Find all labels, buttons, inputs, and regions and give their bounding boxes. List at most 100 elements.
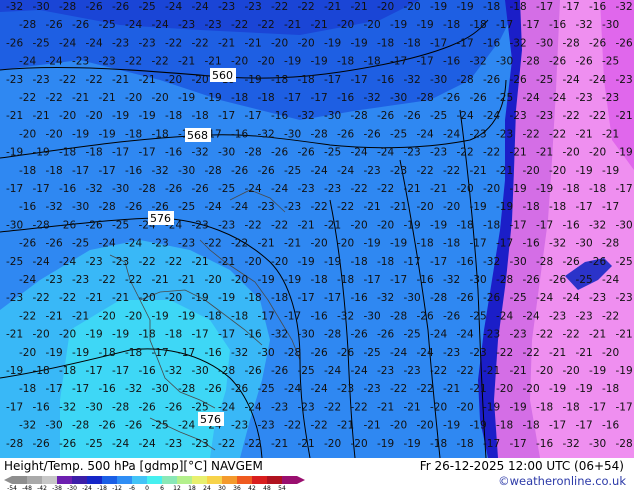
- temp-label: -26: [6, 37, 23, 49]
- temp-label: -22: [192, 37, 209, 49]
- temp-label: -30: [576, 238, 593, 250]
- temp-label: -28: [6, 438, 23, 450]
- temp-label: -21: [483, 365, 500, 377]
- temp-label: -23: [510, 110, 527, 122]
- temp-label: -18: [549, 201, 566, 213]
- temp-label: -18: [139, 329, 156, 341]
- temp-label: -22: [589, 110, 606, 122]
- temp-label: -19: [178, 310, 195, 322]
- temp-label: -25: [86, 438, 103, 450]
- temp-label: -21: [218, 256, 235, 268]
- temp-label: -25: [284, 165, 301, 177]
- temp-label: -23: [337, 383, 354, 395]
- temp-label: -30: [496, 56, 513, 68]
- colorbar-arrow-left: [4, 476, 12, 484]
- temp-label: -20: [351, 438, 368, 450]
- temp-label: -17: [324, 74, 341, 86]
- temp-label: -21: [298, 219, 315, 231]
- temp-label: -26: [417, 310, 434, 322]
- temp-label: -26: [231, 165, 248, 177]
- temp-label: -32: [377, 292, 394, 304]
- temp-label: -28: [602, 238, 619, 250]
- temp-label: -22: [337, 201, 354, 213]
- colorbar-tick-label: -6: [129, 485, 135, 490]
- credit-link[interactable]: ©weatheronline.co.uk: [498, 474, 626, 488]
- temp-label: -26: [258, 165, 275, 177]
- temp-label: -22: [125, 274, 142, 286]
- temp-label: -21: [549, 347, 566, 359]
- temp-label: -24: [523, 92, 540, 104]
- temp-label: -21: [324, 1, 341, 13]
- temp-label: -32: [19, 420, 36, 432]
- temp-label: -18: [125, 128, 142, 140]
- temp-label: -26: [311, 347, 328, 359]
- temp-label: -20: [271, 256, 288, 268]
- temp-label: -26: [483, 292, 500, 304]
- temp-label: -21: [218, 37, 235, 49]
- temp-label: -28: [112, 401, 129, 413]
- temp-label: -26: [364, 128, 381, 140]
- temp-label: -24: [125, 19, 142, 31]
- temp-label: -26: [19, 238, 36, 250]
- temp-label: -24: [377, 147, 394, 159]
- temp-label: -24: [205, 201, 222, 213]
- colorbar-tick-label: -38: [52, 485, 62, 490]
- temp-label: -23: [298, 401, 315, 413]
- temp-label: -19: [510, 401, 527, 413]
- temp-label: -22: [523, 347, 540, 359]
- temp-label: -26: [483, 74, 500, 86]
- temp-label: -30: [364, 310, 381, 322]
- temp-label: -17: [417, 56, 434, 68]
- temp-label: -24: [19, 274, 36, 286]
- colorbar-swatch: [147, 476, 162, 484]
- temp-label: -17: [139, 147, 156, 159]
- temp-label: -30: [616, 219, 633, 231]
- temp-label: -23: [602, 92, 619, 104]
- temp-label: -24: [337, 165, 354, 177]
- temp-label: -17: [616, 183, 633, 195]
- temp-label: -22: [59, 292, 76, 304]
- temp-label: -32: [563, 438, 580, 450]
- temp-label: -20: [46, 128, 63, 140]
- temp-label: -25: [139, 1, 156, 13]
- temp-label: -26: [231, 383, 248, 395]
- temp-label: -22: [351, 183, 368, 195]
- temp-label: -17: [549, 420, 566, 432]
- temp-label: -16: [165, 147, 182, 159]
- temp-label: -19: [6, 147, 23, 159]
- temp-label: -20: [563, 147, 580, 159]
- temp-label: -25: [33, 37, 50, 49]
- temp-label: -21: [99, 92, 116, 104]
- temp-label: -20: [549, 165, 566, 177]
- temp-label: -21: [404, 183, 421, 195]
- temp-label: -23: [218, 219, 235, 231]
- temp-label: -22: [231, 19, 248, 31]
- temp-label: -32: [549, 238, 566, 250]
- temp-label: -22: [351, 401, 368, 413]
- temp-label: -21: [284, 19, 301, 31]
- temp-label: -19: [430, 1, 447, 13]
- temp-label: -20: [231, 56, 248, 68]
- temp-label: -19: [430, 219, 447, 231]
- temp-label: -23: [231, 420, 248, 432]
- colorbar-tick-label: 36: [233, 485, 241, 490]
- temp-label: -24: [139, 438, 156, 450]
- colorbar-tick-label: 24: [203, 485, 211, 490]
- temp-label: -22: [311, 420, 328, 432]
- temp-label: -30: [589, 438, 606, 450]
- temp-label: -25: [602, 56, 619, 68]
- temp-label: -20: [59, 110, 76, 122]
- temp-label: -21: [271, 438, 288, 450]
- colorbar-swatch: [267, 476, 282, 484]
- temp-label: -18: [19, 383, 36, 395]
- temp-label: -19: [86, 329, 103, 341]
- temp-label: -20: [33, 329, 50, 341]
- temp-label: -19: [576, 383, 593, 395]
- temp-label: -24: [59, 37, 76, 49]
- temp-label: -28: [496, 274, 513, 286]
- temp-label: -17: [576, 201, 593, 213]
- temp-label: -26: [165, 183, 182, 195]
- temp-label: -19: [284, 274, 301, 286]
- temp-label: -18: [443, 19, 460, 31]
- colorbar-tick-label: 48: [263, 485, 271, 490]
